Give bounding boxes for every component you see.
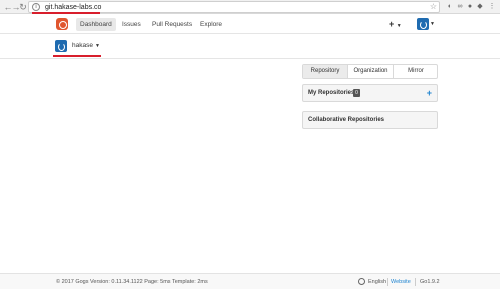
my-repositories-box: My Repositories 0 + (302, 84, 438, 102)
info-icon[interactable]: i (32, 3, 40, 11)
url-highlight (32, 12, 100, 14)
avatar[interactable] (417, 18, 429, 30)
nav-issues[interactable]: Issues (118, 18, 145, 31)
context-username: hakase (72, 42, 93, 49)
reload-icon[interactable]: ↻ (18, 2, 28, 12)
globe-icon (358, 278, 365, 285)
gogs-logo-icon[interactable] (56, 18, 68, 30)
footer: © 2017 Gogs Version: 0.11.34.1122 Page: … (0, 273, 500, 289)
website-link[interactable]: Website (391, 278, 411, 286)
shield-icon[interactable]: ◆ (476, 3, 484, 11)
chevron-down-icon: ▼ (396, 23, 402, 29)
nav-dashboard[interactable]: Dashboard (76, 18, 116, 31)
dot-icon[interactable]: ● (466, 3, 474, 11)
tab-repository[interactable]: Repository (303, 65, 347, 78)
extension-icon[interactable]: ◐ (446, 3, 454, 11)
footer-divider (415, 278, 416, 286)
divider (0, 58, 500, 59)
chevron-down-icon: ▼ (95, 43, 100, 49)
repo-count-badge: 0 (353, 89, 360, 97)
nav-pull-requests[interactable]: Pull Requests (148, 18, 196, 31)
collaborative-repositories-box: Collaborative Repositories (302, 111, 438, 129)
star-icon[interactable]: ☆ (430, 2, 437, 12)
create-new-button[interactable]: + ▼ (389, 18, 402, 32)
footer-version: © 2017 Gogs Version: 0.11.34.1122 Page: … (56, 279, 208, 285)
glasses-icon[interactable]: ∞ (456, 3, 464, 11)
user-highlight (53, 55, 101, 57)
go-version: Go1.9.2 (420, 279, 440, 285)
language-selector[interactable]: English (368, 278, 386, 286)
repo-tabs: Repository Organization Mirror (302, 64, 438, 79)
user-avatar (55, 40, 67, 52)
url-text: git.hakase-labs.co (45, 4, 102, 11)
plus-icon: + (389, 19, 395, 29)
nav-explore[interactable]: Explore (196, 18, 226, 31)
chevron-down-icon[interactable]: ▼ (430, 19, 435, 29)
collaborative-repositories-title: Collaborative Repositories (308, 117, 385, 123)
tab-organization[interactable]: Organization (348, 65, 393, 78)
menu-icon[interactable]: ⋮ (488, 3, 496, 11)
tab-mirror[interactable]: Mirror (394, 65, 438, 78)
site-header: Dashboard Issues Pull Requests Explore +… (0, 15, 500, 34)
my-repositories-title: My Repositories (308, 90, 355, 96)
footer-divider (387, 278, 388, 286)
add-repository-button[interactable]: + (427, 87, 432, 99)
